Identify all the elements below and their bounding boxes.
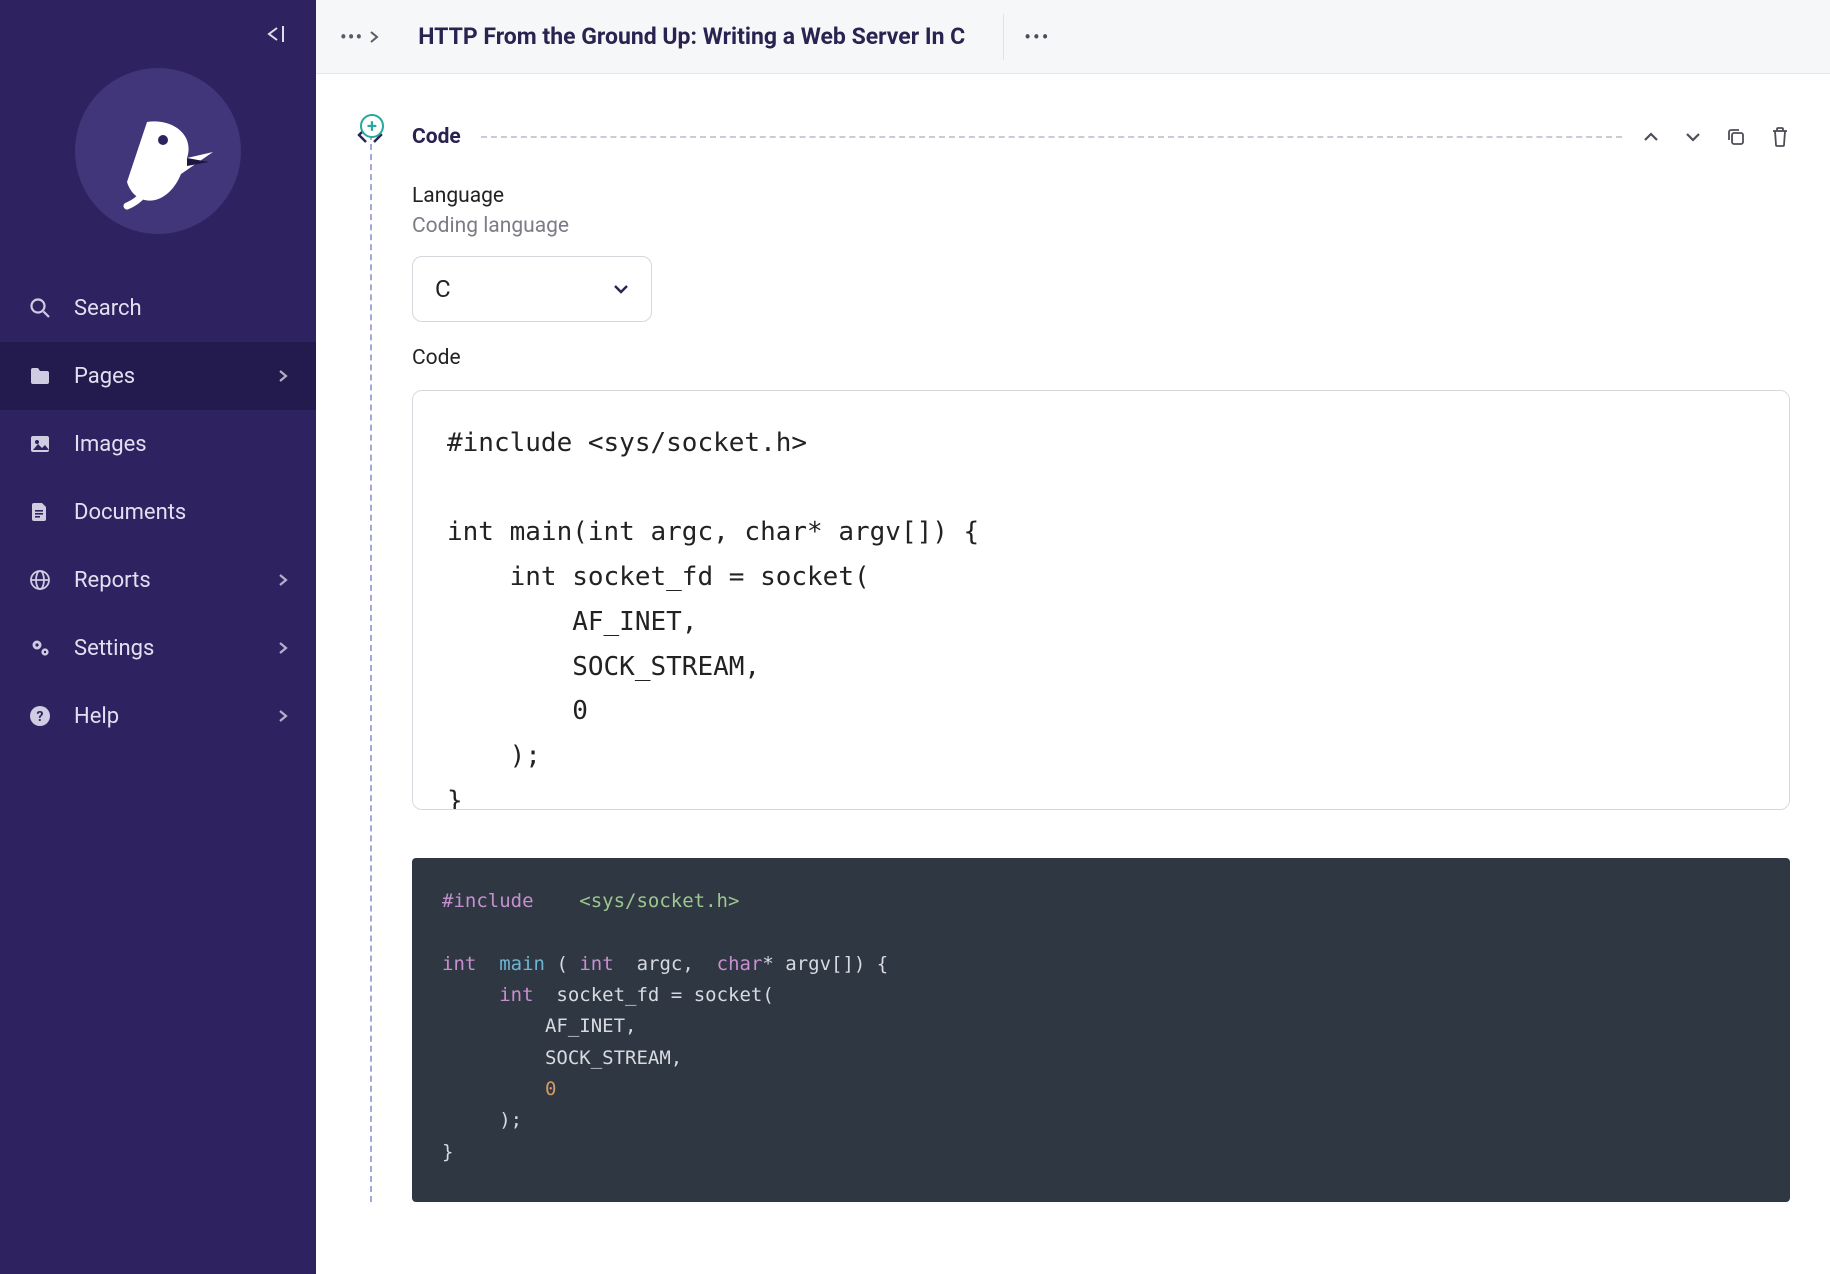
sidebar-item-images[interactable]: Images (0, 410, 316, 478)
chevron-right-icon (278, 573, 288, 587)
content: + Code (316, 74, 1830, 1274)
breadcrumb-ellipsis[interactable]: ••• (340, 25, 363, 49)
sidebar-nav: Search Pages Images Documents Reports Setting… (0, 274, 316, 750)
trash-icon (1770, 126, 1790, 148)
sidebar-item-label: Pages (74, 364, 256, 389)
bird-logo-icon (109, 112, 219, 222)
copy-icon (1726, 127, 1746, 147)
chevron-right-icon (278, 709, 288, 723)
sidebar-item-label: Search (74, 296, 288, 321)
main: ••• HTTP From the Ground Up: Writing a W… (316, 0, 1830, 1274)
document-icon (28, 501, 52, 523)
sidebar-item-search[interactable]: Search (0, 274, 316, 342)
sidebar-item-label: Reports (74, 568, 256, 593)
globe-icon (28, 569, 52, 591)
sidebar: Search Pages Images Documents Reports Setting… (0, 0, 316, 1274)
block-header: Code (412, 114, 1790, 160)
code-label: Code (412, 346, 1790, 370)
page-title: HTTP From the Ground Up: Writing a Web S… (400, 23, 983, 50)
chevron-up-icon (1642, 130, 1660, 144)
move-block-down-button[interactable] (1684, 126, 1702, 148)
add-block-button[interactable]: + (360, 114, 384, 138)
language-sublabel: Coding language (412, 214, 1790, 238)
block-actions (1642, 126, 1790, 148)
code-preview: #include <sys/socket.h> int main ( int a… (412, 858, 1790, 1202)
code-field: Code (412, 346, 1790, 814)
logo (0, 52, 316, 274)
topbar-divider (1003, 14, 1004, 60)
help-icon: ? (28, 705, 52, 727)
language-field: Language Coding language C (412, 184, 1790, 322)
gears-icon (28, 637, 52, 659)
topbar: ••• HTTP From the Ground Up: Writing a W… (316, 0, 1830, 74)
sidebar-item-reports[interactable]: Reports (0, 546, 316, 614)
folder-icon (28, 366, 52, 386)
chevron-right-icon (278, 369, 288, 383)
sidebar-item-label: Images (74, 432, 288, 457)
chevron-right-icon (278, 641, 288, 655)
sidebar-item-settings[interactable]: Settings (0, 614, 316, 682)
code-block: + Code (342, 114, 1790, 1202)
sidebar-item-label: Settings (74, 636, 256, 661)
block-rail (370, 114, 372, 1202)
move-block-up-button[interactable] (1642, 126, 1660, 148)
sidebar-top (0, 0, 316, 52)
block-header-divider (481, 136, 1622, 138)
code-input[interactable] (412, 390, 1790, 810)
sidebar-item-help[interactable]: ? Help (0, 682, 316, 750)
block-type-label: Code (412, 125, 461, 149)
breadcrumb-chevron-icon (368, 30, 380, 44)
sidebar-item-pages[interactable]: Pages (0, 342, 316, 410)
chevron-down-icon (613, 283, 629, 295)
collapse-icon (262, 24, 288, 44)
page-actions-button[interactable]: ••• (1024, 25, 1050, 49)
delete-block-button[interactable] (1770, 126, 1790, 148)
sidebar-item-label: Documents (74, 500, 288, 525)
language-label: Language (412, 184, 1790, 208)
language-select-value: C (435, 275, 451, 303)
image-icon (28, 434, 52, 454)
sidebar-item-documents[interactable]: Documents (0, 478, 316, 546)
sidebar-item-label: Help (74, 704, 256, 729)
language-select[interactable]: C (412, 256, 652, 322)
chevron-down-icon (1684, 130, 1702, 144)
svg-text:?: ? (37, 709, 44, 725)
search-icon (28, 297, 52, 319)
copy-block-button[interactable] (1726, 126, 1746, 148)
collapse-sidebar-button[interactable] (262, 24, 288, 44)
